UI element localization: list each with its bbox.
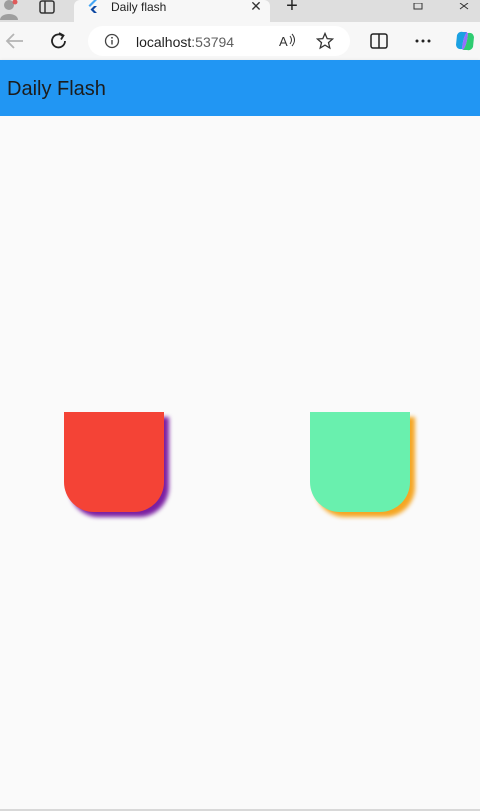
- app-bar: Daily Flash: [0, 60, 480, 116]
- new-tab-button[interactable]: +: [282, 0, 302, 16]
- browser-window: Daily flash ✕ + localhost:53794 A Daily …: [0, 0, 480, 811]
- info-icon[interactable]: [104, 33, 120, 49]
- red-card-body: [64, 412, 164, 512]
- green-card: [310, 412, 422, 524]
- red-card: [64, 412, 176, 524]
- url-port: :53794: [191, 34, 235, 50]
- svg-text:A: A: [279, 34, 288, 49]
- more-dots-icon[interactable]: [412, 30, 434, 52]
- refresh-icon[interactable]: [48, 30, 70, 52]
- workspaces-icon[interactable]: [36, 0, 58, 16]
- tab-close-icon[interactable]: ✕: [250, 0, 262, 14]
- green-card-body: [310, 412, 410, 512]
- address-bar[interactable]: localhost:53794 A: [88, 26, 350, 56]
- page-title: Daily Flash: [7, 78, 106, 100]
- close-window-icon[interactable]: [454, 0, 474, 10]
- copilot-icon[interactable]: [453, 29, 477, 53]
- url-host: localhost: [136, 34, 192, 50]
- url-text[interactable]: localhost:53794: [136, 34, 234, 50]
- flutter-favicon-icon: [86, 0, 100, 14]
- read-aloud-icon[interactable]: A: [278, 32, 298, 50]
- star-icon[interactable]: [315, 31, 335, 50]
- tab-strip: Daily flash ✕ +: [0, 0, 480, 22]
- browser-toolbar: localhost:53794 A: [0, 22, 480, 60]
- profile-icon[interactable]: [0, 0, 22, 20]
- split-screen-icon[interactable]: [368, 30, 390, 52]
- tab-title: Daily flash: [111, 0, 167, 14]
- restore-window-icon[interactable]: [408, 0, 428, 10]
- tab-daily-flash[interactable]: Daily flash ✕: [74, 0, 270, 22]
- back-arrow-icon[interactable]: [4, 30, 26, 52]
